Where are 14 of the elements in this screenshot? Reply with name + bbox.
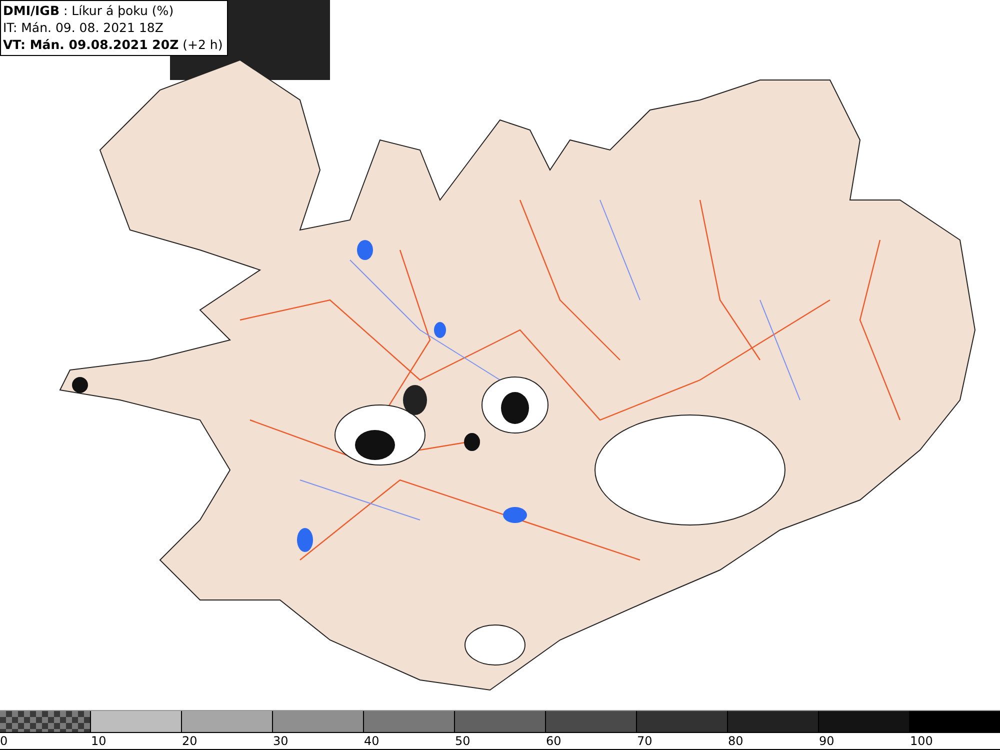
scale-label: 90 — [819, 732, 836, 749]
scale-label: 50 — [455, 732, 472, 749]
info-text: IT: Mán. 09. 08. 2021 18Z — [3, 19, 164, 36]
scale-label: 60 — [546, 732, 562, 749]
scale-label: 0 — [0, 732, 9, 749]
scale-label: 100 — [910, 732, 934, 749]
scale-label: 40 — [364, 732, 380, 749]
info-text: VT: Mán. 09.08.2021 20Z (+2 h) — [3, 36, 223, 53]
scale-label: 70 — [637, 732, 654, 749]
info-text: DMI/IGB : Líkur á þoku (%) — [3, 2, 175, 19]
scale-label: 10 — [91, 732, 108, 749]
scale-label: 80 — [728, 732, 744, 749]
scale-label: 30 — [273, 732, 290, 749]
scale-label: 20 — [182, 732, 198, 749]
